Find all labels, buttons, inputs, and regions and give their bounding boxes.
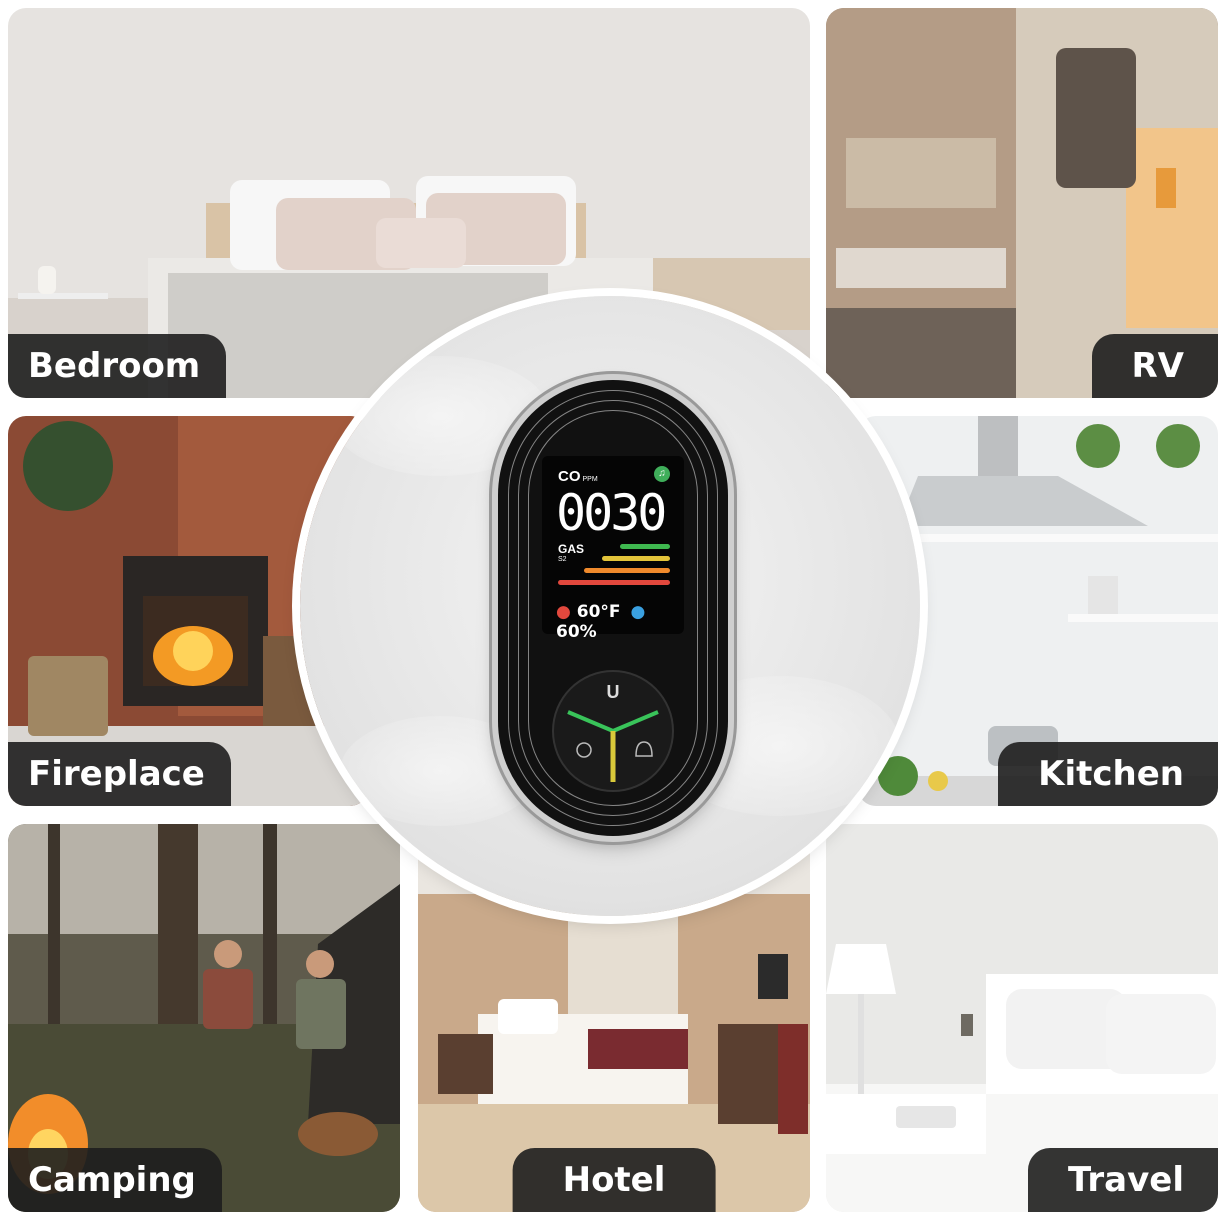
level-bar-orange	[584, 568, 670, 573]
level-bar-yellow	[602, 556, 670, 561]
co-reading: 0030	[556, 484, 667, 542]
co-detector-device: CO PPM ♫ 0030 GAS S2 ● 60°F ● 60% U	[498, 380, 728, 836]
fireplace-label: Fireplace	[8, 742, 231, 806]
power-button[interactable]: U	[604, 682, 622, 703]
level-bar-red	[558, 580, 670, 585]
co-label: CO PPM	[558, 468, 598, 485]
climate-readout: ● 60°F ● 60%	[556, 602, 684, 642]
ppm-text: PPM	[582, 476, 598, 483]
hotel-label: Hotel	[512, 1148, 716, 1212]
co-text: CO	[558, 468, 581, 485]
tile-travel: Travel	[826, 824, 1218, 1212]
kitchen-label: Kitchen	[998, 742, 1218, 806]
humidity-value: 60%	[556, 622, 597, 642]
tile-camping: Camping	[8, 824, 400, 1212]
camping-label: Camping	[8, 1148, 222, 1212]
humidity-icon: ●	[630, 602, 646, 622]
alarm-status-icon: ♫	[654, 466, 670, 482]
thermometer-icon: ●	[556, 602, 571, 622]
travel-label: Travel	[1027, 1148, 1218, 1212]
temperature-value: 60°F	[576, 602, 621, 622]
device-screen: CO PPM ♫ 0030 GAS S2 ● 60°F ● 60%	[542, 456, 684, 642]
tile-rv: RV	[826, 8, 1218, 398]
bedroom-label: Bedroom	[8, 334, 227, 398]
sensor-label: S2	[558, 556, 567, 563]
gas-label: GAS	[558, 542, 585, 556]
product-circle: CO PPM ♫ 0030 GAS S2 ● 60°F ● 60% U	[300, 296, 920, 916]
device-control-pad[interactable]: U	[554, 672, 672, 790]
rv-label: RV	[1091, 334, 1218, 398]
level-bar-green	[620, 544, 670, 549]
